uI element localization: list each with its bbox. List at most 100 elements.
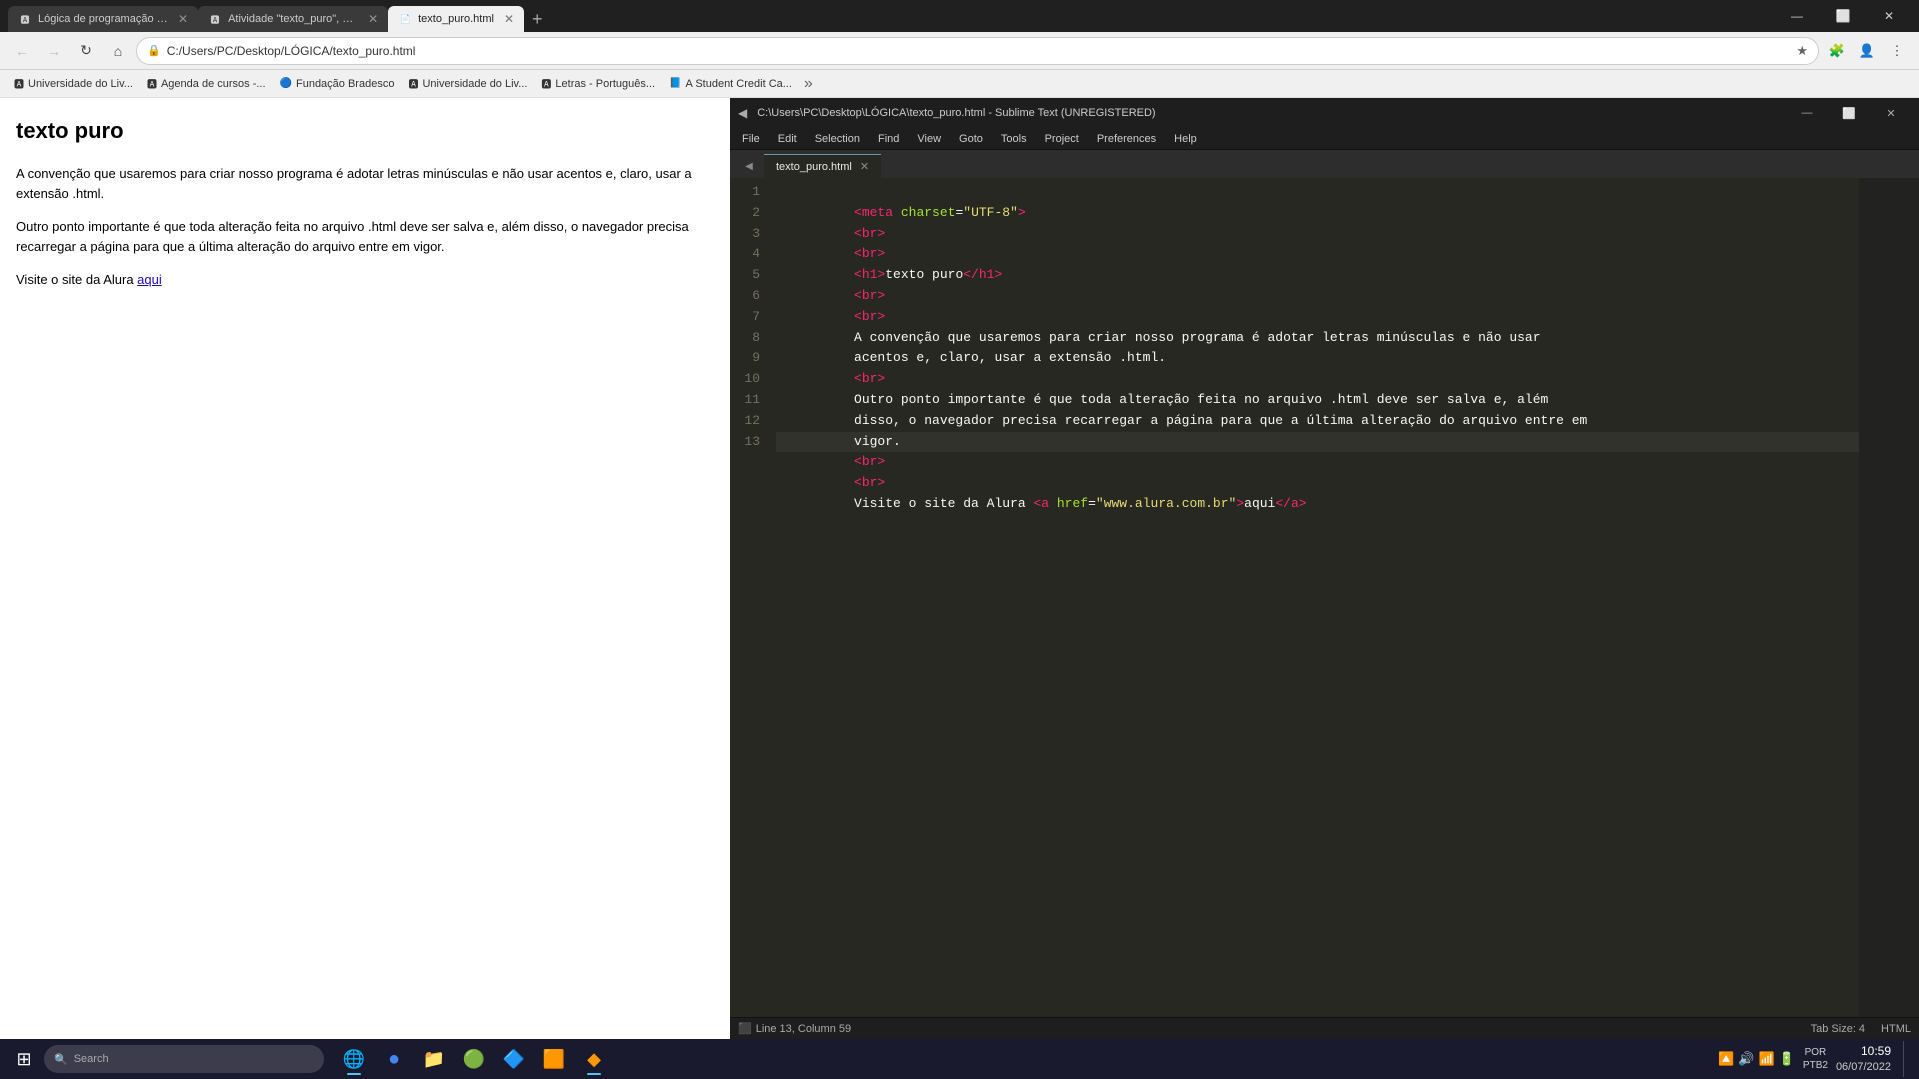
tab-favicon-3: 📄 bbox=[398, 12, 412, 26]
menu-preferences[interactable]: Preferences bbox=[1089, 128, 1164, 150]
more-options-icon[interactable]: ⋮ bbox=[1883, 37, 1911, 65]
menu-file[interactable]: File bbox=[734, 128, 768, 150]
browser-toolbar: ← → ↻ ⌂ 🔒 C:/Users/PC/Desktop/LÓGICA/tex… bbox=[0, 32, 1919, 70]
main-layout: texto puro A convenção que usaremos para… bbox=[0, 98, 1919, 1039]
sublime-app-icon: ◀ bbox=[738, 106, 747, 120]
taskbar-app-files[interactable]: 📁 bbox=[416, 1041, 452, 1077]
menu-project[interactable]: Project bbox=[1037, 128, 1087, 150]
bookmark-favicon-3: 🔵 bbox=[280, 78, 292, 89]
sublime-editor[interactable]: 12345 678910 111213 <meta charset="UTF-8… bbox=[730, 178, 1919, 1017]
menu-edit[interactable]: Edit bbox=[770, 128, 805, 150]
status-left: ⬛ Line 13, Column 59 bbox=[738, 1022, 851, 1035]
sublime-tab-bar: ◀ texto_puro.html ✕ bbox=[730, 150, 1919, 178]
alura-link[interactable]: aqui bbox=[137, 272, 162, 287]
sublime-minimize[interactable]: — bbox=[1787, 98, 1827, 128]
menu-view[interactable]: View bbox=[909, 128, 949, 150]
close-button[interactable]: ✕ bbox=[1867, 0, 1911, 32]
bookmark-5[interactable]: 🅰 Letras - Português... bbox=[535, 74, 661, 93]
sublime-window: ◀ C:\Users\PC\Desktop\LÓGICA\texto_puro.… bbox=[730, 98, 1919, 1039]
menu-goto[interactable]: Goto bbox=[951, 128, 991, 150]
status-right: Tab Size: 4 HTML bbox=[1811, 1023, 1911, 1035]
bookmark-label-5: Letras - Português... bbox=[555, 78, 655, 90]
network-icon[interactable]: 📶 bbox=[1759, 1051, 1775, 1067]
code-line-1: <meta charset="UTF-8"> bbox=[776, 182, 1859, 203]
bookmark-favicon-4: 🅰 bbox=[408, 76, 418, 91]
menu-find[interactable]: Find bbox=[870, 128, 907, 150]
address-text: C:/Users/PC/Desktop/LÓGICA/texto_puro.ht… bbox=[167, 44, 1791, 58]
browser-tab-3[interactable]: 📄 texto_puro.html ✕ bbox=[388, 6, 524, 32]
page-paragraph-3: Visite o site da Alura aqui bbox=[16, 270, 714, 290]
taskbar: ⊞ 🔍 Search 🌐 ● 📁 🟢 🔷 🟧 ◆ 🔼 🔊 📶 bbox=[0, 1039, 1919, 1079]
address-star-icon: ★ bbox=[1796, 43, 1808, 59]
line-numbers: 12345 678910 111213 bbox=[730, 178, 766, 1017]
new-tab-button[interactable]: + bbox=[524, 6, 551, 32]
tab-close-3[interactable]: ✕ bbox=[504, 12, 514, 26]
tab-close-1[interactable]: ✕ bbox=[178, 12, 188, 26]
minimize-button[interactable]: — bbox=[1775, 0, 1819, 32]
code-line-7: A convenção que usaremos para criar noss… bbox=[776, 307, 1859, 328]
menu-selection[interactable]: Selection bbox=[807, 128, 868, 150]
search-placeholder: Search bbox=[74, 1053, 109, 1065]
word-icon: 🔷 bbox=[503, 1049, 525, 1070]
system-clock[interactable]: 10:59 06/07/2022 bbox=[1836, 1043, 1891, 1075]
sublime-window-controls: — ⬜ ✕ bbox=[1787, 98, 1911, 128]
bookmark-label-2: Agenda de cursos -... bbox=[161, 78, 266, 90]
maximize-button[interactable]: ⬜ bbox=[1821, 0, 1865, 32]
taskbar-pinned-apps: 🌐 ● 📁 🟢 🔷 🟧 ◆ bbox=[336, 1041, 612, 1077]
bookmarks-bar: 🅰 Universidade do Liv... 🅰 Agenda de cur… bbox=[0, 70, 1919, 98]
volume-icon[interactable]: 🔊 bbox=[1738, 1051, 1754, 1067]
battery-icon[interactable]: 🔋 bbox=[1779, 1051, 1795, 1067]
address-lock-icon: 🔒 bbox=[147, 44, 161, 57]
sublime-tab-close-1[interactable]: ✕ bbox=[860, 160, 869, 173]
start-icon: ⊞ bbox=[16, 1049, 31, 1070]
bookmark-4[interactable]: 🅰 Universidade do Liv... bbox=[402, 74, 533, 93]
status-cursor-icon: ⬛ bbox=[738, 1022, 752, 1035]
menu-help[interactable]: Help bbox=[1166, 128, 1205, 150]
browser-tab-2[interactable]: 🅰 Atividade "texto_puro", apen... ✕ bbox=[198, 6, 388, 32]
taskbar-app-6[interactable]: 🟧 bbox=[536, 1041, 572, 1077]
bookmarks-more-button[interactable]: » bbox=[804, 75, 813, 93]
tab-favicon-1: 🅰 bbox=[18, 12, 32, 26]
sublime-tab-label-1: texto_puro.html bbox=[776, 161, 852, 173]
sublime-tab-1[interactable]: texto_puro.html ✕ bbox=[764, 154, 881, 178]
tab-label-3: texto_puro.html bbox=[418, 13, 494, 25]
chrome-icon: ● bbox=[388, 1048, 400, 1071]
taskbar-app-edge[interactable]: 🌐 bbox=[336, 1041, 372, 1077]
code-line-14: <br> bbox=[776, 452, 1859, 473]
taskbar-app-word[interactable]: 🔷 bbox=[496, 1041, 532, 1077]
address-bar[interactable]: 🔒 C:/Users/PC/Desktop/LÓGICA/texto_puro.… bbox=[136, 37, 1819, 65]
taskbar-app-sublime[interactable]: ◆ bbox=[576, 1041, 612, 1077]
back-button[interactable]: ← bbox=[8, 37, 36, 65]
bookmark-label-4: Universidade do Liv... bbox=[422, 78, 527, 90]
sublime-status-bar: ⬛ Line 13, Column 59 Tab Size: 4 HTML bbox=[730, 1017, 1919, 1039]
home-button[interactable]: ⌂ bbox=[104, 37, 132, 65]
code-area[interactable]: <meta charset="UTF-8"> <br> <br> <h1>tex… bbox=[766, 178, 1859, 1017]
status-syntax: HTML bbox=[1881, 1023, 1911, 1035]
sublime-close[interactable]: ✕ bbox=[1871, 98, 1911, 128]
taskbar-app-excel[interactable]: 🟢 bbox=[456, 1041, 492, 1077]
clock-date: 06/07/2022 bbox=[1836, 1060, 1891, 1075]
taskbar-right: 🔼 🔊 📶 🔋 PORPTB2 10:59 06/07/2022 bbox=[1718, 1041, 1911, 1077]
sublime-maximize[interactable]: ⬜ bbox=[1829, 98, 1869, 128]
show-desktop-button[interactable] bbox=[1903, 1041, 1911, 1077]
tab-label-1: Lógica de programação b: crie... bbox=[38, 13, 168, 25]
bookmark-1[interactable]: 🅰 Universidade do Liv... bbox=[8, 74, 139, 93]
panel-toggle[interactable]: ◀ bbox=[738, 154, 760, 178]
app6-icon: 🟧 bbox=[543, 1049, 565, 1070]
page-para3-text: Visite o site da Alura bbox=[16, 272, 137, 287]
taskbar-app-chrome[interactable]: ● bbox=[376, 1041, 412, 1077]
start-button[interactable]: ⊞ bbox=[8, 1043, 40, 1075]
extensions-icon[interactable]: 🧩 bbox=[1823, 37, 1851, 65]
code-line-3: <br> bbox=[776, 224, 1859, 245]
tab-close-2[interactable]: ✕ bbox=[368, 12, 378, 26]
tray-arrow-icon[interactable]: 🔼 bbox=[1718, 1051, 1734, 1067]
taskbar-search[interactable]: 🔍 Search bbox=[44, 1045, 324, 1073]
forward-button[interactable]: → bbox=[40, 37, 68, 65]
refresh-button[interactable]: ↻ bbox=[72, 37, 100, 65]
bookmark-3[interactable]: 🔵 Fundação Bradesco bbox=[274, 76, 401, 92]
profile-icon[interactable]: 👤 bbox=[1853, 37, 1881, 65]
bookmark-6[interactable]: 📘 A Student Credit Ca... bbox=[663, 76, 798, 92]
menu-tools[interactable]: Tools bbox=[993, 128, 1035, 150]
bookmark-2[interactable]: 🅰 Agenda de cursos -... bbox=[141, 74, 272, 93]
browser-tab-1[interactable]: 🅰 Lógica de programação b: crie... ✕ bbox=[8, 6, 198, 32]
